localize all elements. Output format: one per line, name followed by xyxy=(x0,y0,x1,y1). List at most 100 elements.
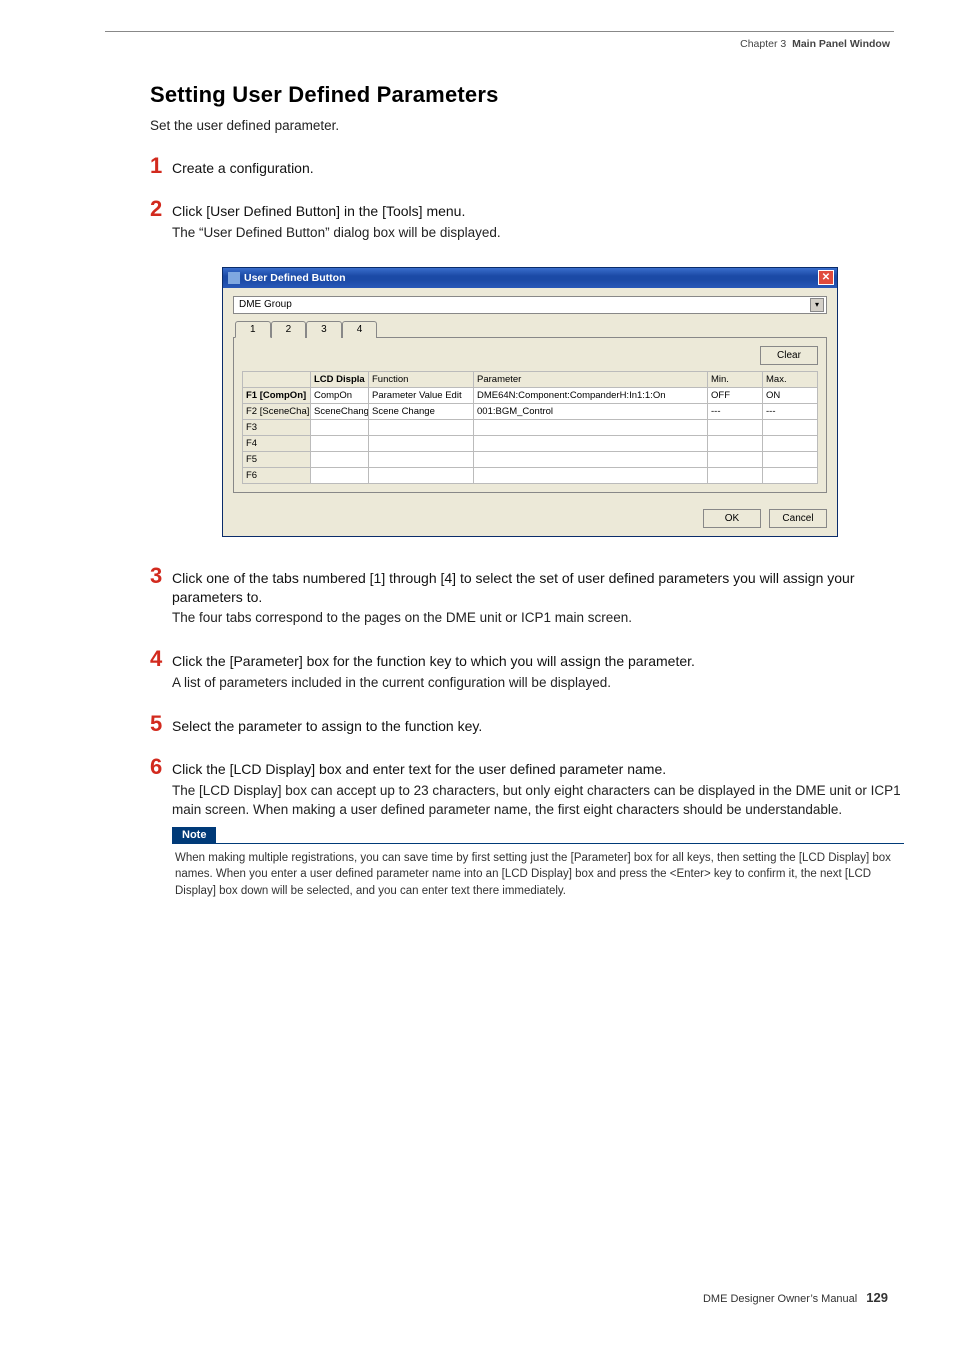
note-label: Note xyxy=(172,827,216,843)
cell-parameter[interactable] xyxy=(474,467,708,483)
table-header-row: LCD Displa Function Parameter Min. Max. xyxy=(243,371,818,387)
close-icon: ✕ xyxy=(822,273,830,283)
cell-parameter[interactable] xyxy=(474,419,708,435)
step-heading: Click the [Parameter] box for the functi… xyxy=(172,652,695,671)
group-dropdown-value: DME Group xyxy=(239,299,292,310)
step-heading: Select the parameter to assign to the fu… xyxy=(172,717,482,736)
cell-min[interactable]: --- xyxy=(708,403,763,419)
cell-parameter[interactable]: DME64N:Component:CompanderH:In1:1:On xyxy=(474,387,708,403)
cell-function[interactable] xyxy=(369,451,474,467)
cell-max[interactable]: ON xyxy=(763,387,818,403)
cell-function[interactable] xyxy=(369,435,474,451)
cell-lcd[interactable] xyxy=(311,451,369,467)
page-number: 129 xyxy=(866,1290,888,1305)
cell-lcd[interactable] xyxy=(311,467,369,483)
step-heading: Click one of the tabs numbered [1] throu… xyxy=(172,569,904,607)
col-min: Min. xyxy=(708,371,763,387)
cell-parameter[interactable] xyxy=(474,451,708,467)
cell-min[interactable]: OFF xyxy=(708,387,763,403)
tab-2[interactable]: 2 xyxy=(271,321,307,338)
cell-function[interactable]: Scene Change xyxy=(369,403,474,419)
col-max: Max. xyxy=(763,371,818,387)
cell-min[interactable] xyxy=(708,451,763,467)
row-head: F3 xyxy=(243,419,311,435)
step-number: 2 xyxy=(150,198,164,220)
step-number: 1 xyxy=(150,155,164,177)
row-head: F4 xyxy=(243,435,311,451)
page-footer: DME Designer Owner’s Manual 129 xyxy=(703,1290,888,1305)
chevron-down-icon: ▾ xyxy=(810,298,824,312)
dialog-titlebar: User Defined Button ✕ xyxy=(223,268,837,288)
close-button[interactable]: ✕ xyxy=(818,270,834,285)
col-parameter: Parameter xyxy=(474,371,708,387)
chapter-label: Chapter 3 Main Panel Window xyxy=(740,38,890,50)
note-box: Note When making multiple registrations,… xyxy=(172,826,904,900)
step-2: 2 Click [User Defined Button] in the [To… xyxy=(150,198,904,537)
cell-lcd[interactable]: CompOn xyxy=(311,387,369,403)
col-lcd: LCD Displa xyxy=(311,371,369,387)
row-head: F6 xyxy=(243,467,311,483)
step-6: 6 Click the [LCD Display] box and enter … xyxy=(150,756,904,900)
cell-parameter[interactable] xyxy=(474,435,708,451)
step-number: 4 xyxy=(150,648,164,670)
tab-4[interactable]: 4 xyxy=(342,321,378,338)
table-row: F6 xyxy=(243,467,818,483)
tab-1[interactable]: 1 xyxy=(235,321,271,338)
cell-min[interactable] xyxy=(708,419,763,435)
note-divider xyxy=(172,843,904,844)
chapter-number: Chapter 3 xyxy=(740,38,786,50)
chapter-title: Main Panel Window xyxy=(792,38,890,50)
cell-max[interactable] xyxy=(763,435,818,451)
intro-text: Set the user defined parameter. xyxy=(150,118,904,133)
table-row: F2 [SceneCha] SceneChange Scene Change 0… xyxy=(243,403,818,419)
dialog-title: User Defined Button xyxy=(244,272,346,284)
tab-3[interactable]: 3 xyxy=(306,321,342,338)
row-head: F5 xyxy=(243,451,311,467)
cell-function[interactable] xyxy=(369,419,474,435)
dialog-body: DME Group ▾ 1 2 3 4 Clear xyxy=(223,288,837,503)
group-dropdown[interactable]: DME Group ▾ xyxy=(233,296,827,314)
step-subtext: The [LCD Display] box can accept up to 2… xyxy=(172,782,904,820)
step-number: 6 xyxy=(150,756,164,778)
row-head: F1 [CompOn] xyxy=(243,387,311,403)
step-heading: Create a configuration. xyxy=(172,159,314,178)
ok-button[interactable]: OK xyxy=(703,509,761,528)
col-function: Function xyxy=(369,371,474,387)
step-number: 5 xyxy=(150,713,164,735)
cell-max[interactable]: --- xyxy=(763,403,818,419)
dialog-footer: OK Cancel xyxy=(223,503,837,536)
step-3: 3 Click one of the tabs numbered [1] thr… xyxy=(150,565,904,629)
table-row: F5 xyxy=(243,451,818,467)
cell-function[interactable] xyxy=(369,467,474,483)
cell-lcd[interactable]: SceneChange xyxy=(311,403,369,419)
cell-function[interactable]: Parameter Value Edit xyxy=(369,387,474,403)
cell-min[interactable] xyxy=(708,467,763,483)
parameter-table: LCD Displa Function Parameter Min. Max. … xyxy=(242,371,818,484)
cell-max[interactable] xyxy=(763,467,818,483)
dialog-screenshot: User Defined Button ✕ DME Group ▾ 1 2 3 … xyxy=(222,267,838,537)
footer-text: DME Designer Owner’s Manual xyxy=(703,1293,857,1305)
step-subtext: The “User Defined Button” dialog box wil… xyxy=(172,224,904,243)
note-text: When making multiple registrations, you … xyxy=(172,850,904,900)
table-row: F4 xyxy=(243,435,818,451)
header-divider xyxy=(105,31,894,32)
step-number: 3 xyxy=(150,565,164,587)
cell-lcd[interactable] xyxy=(311,435,369,451)
step-heading: Click [User Defined Button] in the [Tool… xyxy=(172,202,465,221)
table-row: F1 [CompOn] CompOn Parameter Value Edit … xyxy=(243,387,818,403)
step-4: 4 Click the [Parameter] box for the func… xyxy=(150,648,904,693)
cell-max[interactable] xyxy=(763,451,818,467)
cell-max[interactable] xyxy=(763,419,818,435)
cancel-button[interactable]: Cancel xyxy=(769,509,827,528)
clear-button[interactable]: Clear xyxy=(760,346,818,365)
page-title: Setting User Defined Parameters xyxy=(150,82,904,108)
tab-panel: Clear LCD Displa Function Parameter Mi xyxy=(233,337,827,493)
cell-min[interactable] xyxy=(708,435,763,451)
step-1: 1 Create a configuration. xyxy=(150,155,904,178)
row-head: F2 [SceneCha] xyxy=(243,403,311,419)
table-row: F3 xyxy=(243,419,818,435)
app-icon xyxy=(228,272,240,284)
cell-lcd[interactable] xyxy=(311,419,369,435)
cell-parameter[interactable]: 001:BGM_Control xyxy=(474,403,708,419)
col-rowh xyxy=(243,371,311,387)
